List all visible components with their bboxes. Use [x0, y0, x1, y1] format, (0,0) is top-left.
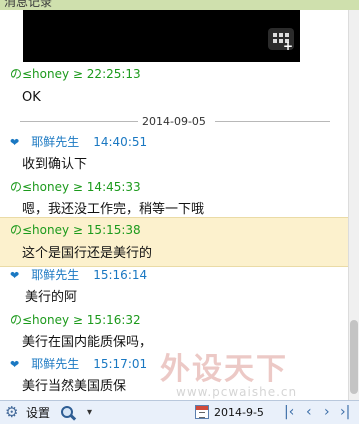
- first-page-button[interactable]: |‹: [284, 403, 294, 421]
- message-text: 收到确认下: [22, 157, 88, 172]
- sender-name: 耶鲜先生: [31, 357, 80, 371]
- message-sender-line: ❤ 耶鲜先生 15:16:14: [10, 268, 147, 283]
- watermark-logo: 外设天下: [160, 352, 288, 387]
- sender-name: の≤honey ≥: [10, 223, 83, 237]
- last-page-button[interactable]: ›|: [340, 403, 350, 421]
- chat-history-pane[interactable]: + の≤honey ≥ 22:25:13 OK 2014-09-05 ❤ 耶鲜先生…: [0, 10, 348, 400]
- video-thumbnail-grid-icon[interactable]: +: [268, 28, 294, 52]
- vertical-scrollbar[interactable]: [348, 10, 359, 400]
- gear-icon[interactable]: ⚙: [5, 404, 18, 420]
- date-field[interactable]: 2014-9-5: [214, 406, 264, 420]
- sender-name: の≤honey ≥: [10, 67, 83, 81]
- calendar-icon[interactable]: [195, 405, 209, 419]
- message-sender-line: の≤honey ≥ 15:16:32: [10, 313, 141, 327]
- message-time: 15:16:14: [93, 268, 148, 282]
- message-sender-line: ❤ 耶鲜先生 15:17:01: [10, 357, 147, 372]
- message-text: 美行的阿: [25, 290, 78, 305]
- message-time: 15:16:32: [86, 313, 141, 327]
- watermark-url: www.pcwaishe.cn: [176, 385, 298, 399]
- prev-page-button[interactable]: ‹: [306, 403, 312, 421]
- separator-line-right: [215, 121, 330, 122]
- message-time: 14:40:51: [93, 135, 148, 149]
- sender-name: の≤honey ≥: [10, 180, 83, 194]
- message-sender-line: の≤honey ≥ 14:45:33: [10, 180, 141, 194]
- message-time: 14:45:33: [86, 180, 141, 194]
- message-text: 嗯，我还没工作完，稍等一下哦: [22, 202, 205, 217]
- separator-date: 2014-09-05: [142, 115, 206, 128]
- message-sender-line: の≤honey ≥ 22:25:13: [10, 67, 141, 81]
- message-text: 美行当然美国质保: [22, 379, 127, 394]
- date-separator: 2014-09-05: [20, 114, 330, 130]
- separator-line-left: [20, 121, 138, 122]
- message-text: OK: [22, 90, 41, 105]
- message-text: 这个是国行还是美行的: [22, 246, 153, 261]
- video-thumbnail[interactable]: +: [23, 10, 300, 62]
- settings-button[interactable]: 设置: [26, 406, 50, 420]
- window-title: 消息记录: [4, 0, 53, 9]
- heart-icon: ❤: [10, 136, 20, 149]
- heart-icon: ❤: [10, 358, 20, 371]
- search-handle: [69, 414, 77, 421]
- message-sender-line: ❤ 耶鲜先生 14:40:51: [10, 135, 147, 150]
- message-text: 美行在国内能质保吗，: [22, 335, 153, 350]
- message-time: 22:25:13: [86, 67, 141, 81]
- search-dropdown-icon[interactable]: ▾: [87, 405, 92, 421]
- search-icon[interactable]: [60, 405, 77, 421]
- scrollbar-thumb[interactable]: [350, 320, 358, 394]
- sender-name: 耶鲜先生: [31, 268, 80, 282]
- window-titlebar: 消息记录: [0, 0, 359, 10]
- message-time: 15:17:01: [93, 357, 148, 371]
- message-sender-line: の≤honey ≥ 15:15:38: [10, 223, 141, 237]
- next-page-button[interactable]: ›: [324, 403, 330, 421]
- sender-name: の≤honey ≥: [10, 313, 83, 327]
- bottom-toolbar: ⚙ 设置 ▾ 2014-9-5 |‹ ‹ › ›|: [0, 400, 359, 424]
- heart-icon: ❤: [10, 269, 20, 282]
- message-time: 15:15:38: [86, 223, 141, 237]
- sender-name: 耶鲜先生: [31, 135, 80, 149]
